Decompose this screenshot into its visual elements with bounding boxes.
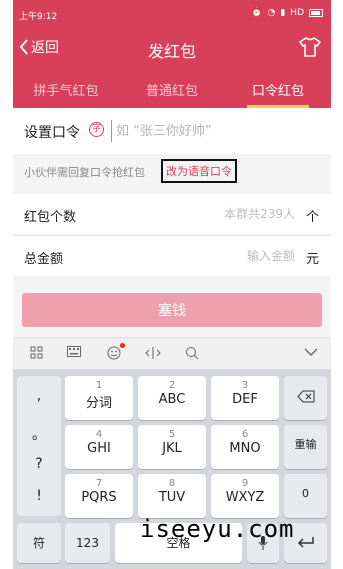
page-title: 发红包: [147, 42, 196, 61]
switch-voice-link[interactable]: 改为语音口令: [161, 159, 237, 183]
key-9[interactable]: 9 WXYZ: [211, 474, 279, 518]
emoji-icon[interactable]: [105, 343, 125, 362]
key-7[interactable]: 7 PQRS: [65, 474, 133, 518]
count-row: 红包个数 个: [13, 194, 331, 234]
key-4[interactable]: 4 GHI: [65, 425, 133, 469]
key-8[interactable]: 8 TUV: [138, 474, 206, 518]
tab-normal[interactable]: 普通红包: [119, 66, 225, 108]
password-label: 设置口令: [24, 125, 80, 141]
hint-text: 小伙伴需回复口令抢红包: [24, 166, 145, 179]
count-label: 红包个数: [24, 210, 77, 225]
symbol-key[interactable]: !: [17, 488, 61, 504]
keyboard-icon[interactable]: [65, 346, 83, 362]
signal-icon: ▮: [280, 8, 286, 18]
tab-password[interactable]: 口令红包: [225, 66, 331, 108]
keyboard-toolbar: [13, 337, 331, 370]
text-mode-icon[interactable]: 字: [89, 122, 104, 137]
backspace-icon: [296, 390, 314, 403]
symbol-key[interactable]: ?: [17, 456, 61, 472]
amount-input[interactable]: [165, 245, 295, 267]
key-6[interactable]: 6 MNO: [211, 425, 279, 469]
wifi-icon: ◔: [267, 8, 276, 18]
key-1[interactable]: 1 分词: [65, 376, 133, 420]
phone-screen: 上午9:12 ⏰ ◔ ▮ HD 返回 发红包 拼手气红包 普通红包 口令红包 设…: [13, 0, 331, 569]
battery-icon: [309, 9, 323, 17]
notification-dot: [120, 343, 125, 348]
reenter-button[interactable]: 重输: [284, 425, 327, 469]
tshirt-icon[interactable]: [299, 37, 321, 57]
key-3[interactable]: 3 DEF: [211, 376, 279, 420]
symbol-key[interactable]: 。: [17, 424, 61, 444]
watermark: iseeyu.com: [140, 515, 295, 543]
amount-label: 总金额: [24, 252, 64, 267]
number-switch-key[interactable]: 123: [65, 523, 110, 563]
alarm-icon: ⏰: [251, 8, 263, 18]
password-input[interactable]: [111, 120, 321, 142]
amount-row: 总金额 元: [13, 236, 331, 276]
chevron-down-icon[interactable]: [302, 346, 320, 362]
submit-button[interactable]: 塞钱: [22, 293, 322, 327]
search-icon[interactable]: [183, 346, 201, 362]
status-bar: 上午9:12 ⏰ ◔ ▮ HD: [13, 0, 331, 30]
key-5[interactable]: 5 JKL: [138, 425, 206, 469]
key-0[interactable]: 0: [284, 474, 327, 518]
tab-bar: 拼手气红包 普通红包 口令红包: [13, 66, 331, 108]
symbol-panel: , 。 ? !: [17, 376, 61, 516]
grid-icon[interactable]: [27, 346, 45, 362]
cursor-move-icon[interactable]: [144, 346, 162, 362]
count-unit: 个: [305, 210, 319, 225]
nav-bar: 返回 发红包: [13, 30, 331, 66]
enter-icon: [297, 537, 314, 548]
password-row: 设置口令 字: [13, 108, 331, 154]
status-time: 上午9:12: [19, 12, 58, 22]
hint-row: 小伙伴需回复口令抢红包 改为语音口令: [13, 154, 331, 188]
network-label: HD: [290, 8, 304, 18]
tab-lucky[interactable]: 拼手气红包: [13, 66, 119, 108]
symbol-key[interactable]: ,: [17, 388, 61, 404]
count-input[interactable]: [165, 203, 295, 225]
symbol-switch-key[interactable]: 符: [17, 523, 61, 563]
key-2[interactable]: 2 ABC: [138, 376, 206, 420]
backspace-button[interactable]: [284, 376, 327, 420]
amount-unit: 元: [305, 252, 319, 267]
